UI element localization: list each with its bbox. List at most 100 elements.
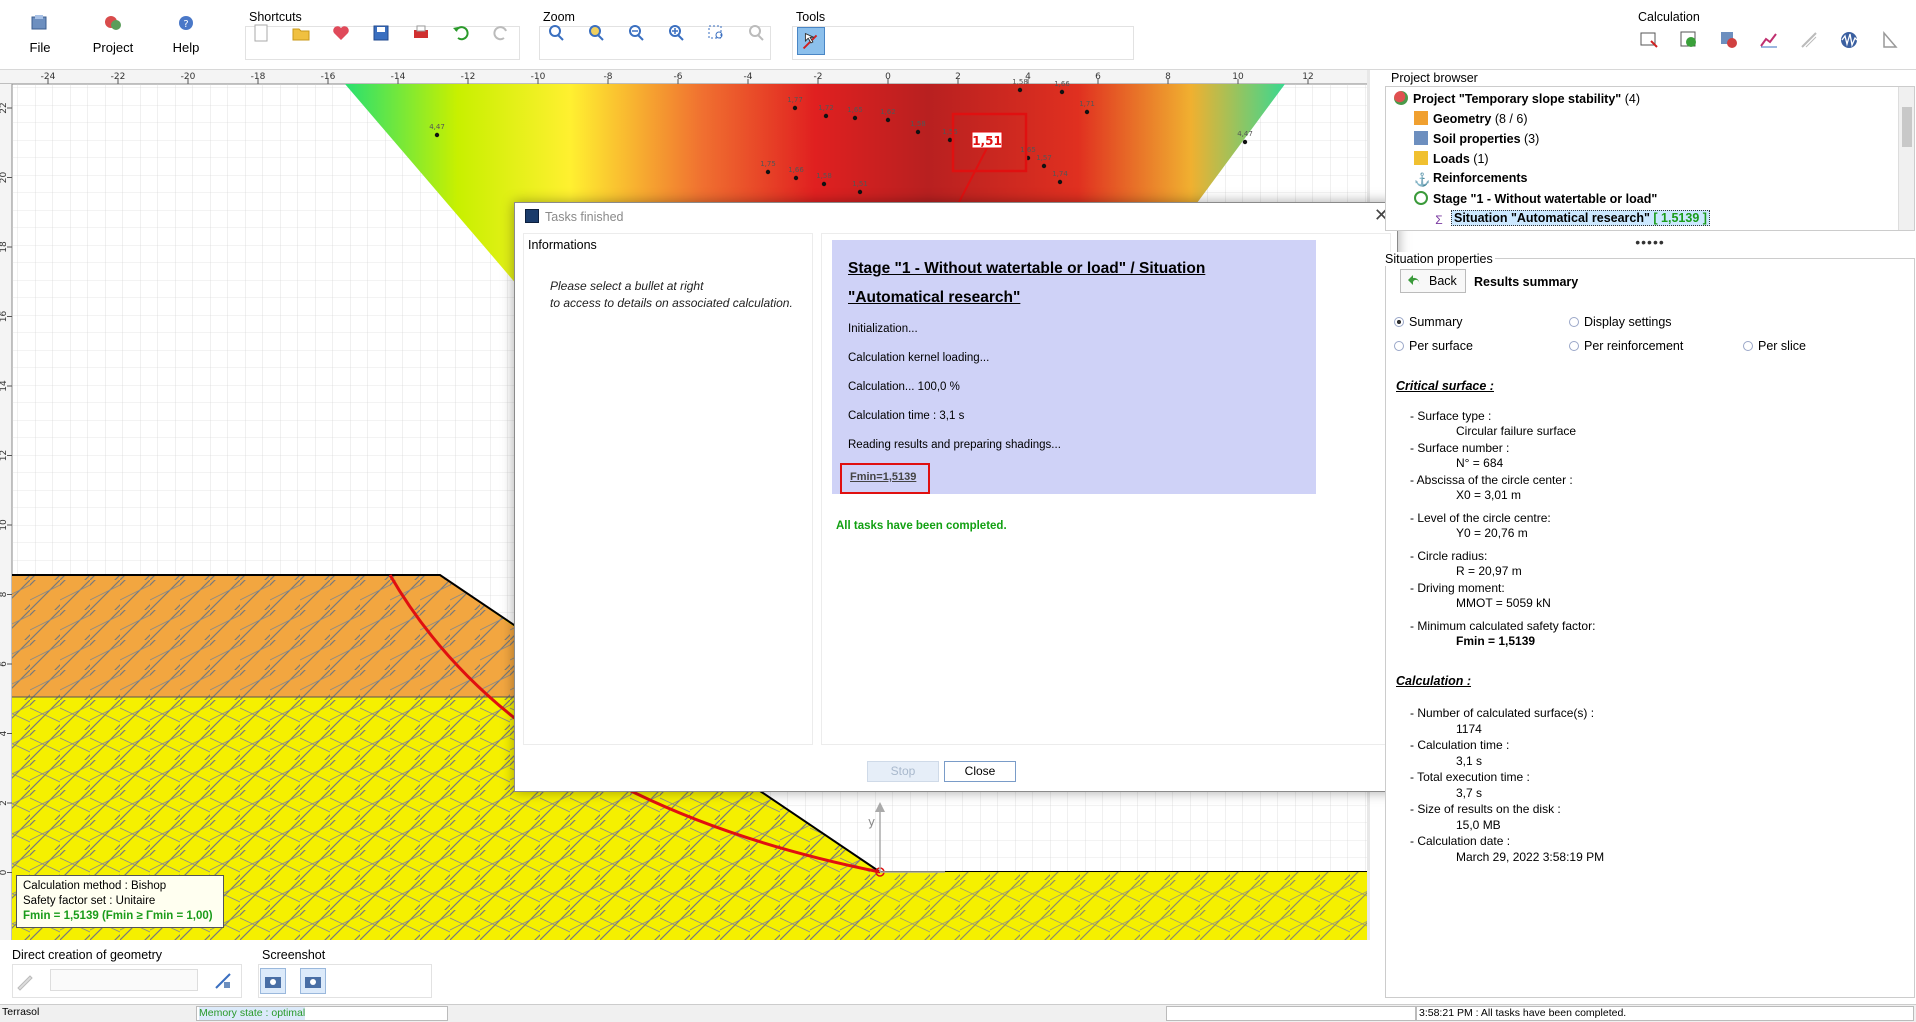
informations-panel: Informations Please select a bullet at r…	[523, 233, 813, 745]
print-icon[interactable]	[410, 22, 432, 44]
status-message: 3:58:21 PM : All tasks have been complet…	[1416, 1006, 1914, 1021]
file-icon	[31, 15, 47, 30]
y-tick-label: 0	[0, 869, 9, 875]
screenshot-save-button[interactable]	[300, 968, 326, 994]
driving-moment-value: MMOT = 5059 kN	[1456, 596, 1551, 610]
tree-loads[interactable]: Loads (1)	[1414, 151, 1489, 166]
favorite-icon[interactable]	[330, 22, 352, 44]
step-calculation: Calculation... 100,0 %	[848, 381, 960, 393]
calculation-group: Calculation	[1634, 10, 1914, 60]
pointer-tool-icon	[802, 32, 818, 50]
stage-task-box[interactable]: Stage "1 - Without watertable or load" /…	[832, 240, 1316, 494]
y-tick-label: 2	[0, 800, 9, 806]
x-tick-label: 12	[1302, 72, 1313, 82]
zoom-window-icon[interactable]	[585, 22, 607, 44]
camera-copy-icon	[265, 977, 281, 988]
tree-reinforcements[interactable]: ⚓ Reinforcements	[1414, 171, 1527, 187]
open-folder-icon[interactable]	[290, 22, 312, 44]
help-button[interactable]: ? Help	[151, 14, 221, 55]
center-point	[852, 115, 858, 121]
file-button[interactable]: File	[5, 14, 75, 55]
slope-tool-icon[interactable]	[1798, 29, 1820, 51]
zoom-selection-icon[interactable]	[705, 22, 727, 44]
center-point	[793, 175, 799, 181]
task-details-panel: Stage "1 - Without watertable or load" /…	[821, 233, 1391, 745]
lock-icon	[1414, 151, 1428, 165]
panel-splitter[interactable]: •••••	[1385, 234, 1915, 250]
zoom-fit-icon[interactable]	[545, 22, 567, 44]
axis-y-label: y	[868, 815, 875, 829]
center-point-label: 1,65	[847, 106, 863, 114]
save-icon[interactable]	[370, 22, 392, 44]
tree-soil-properties[interactable]: Soil properties (3)	[1414, 131, 1539, 146]
radio-per-slice[interactable]: Per slice	[1743, 339, 1806, 353]
results-chart-icon[interactable]	[1758, 29, 1780, 51]
triangle-tool-icon[interactable]	[1878, 29, 1900, 51]
center-point-label: 1,65	[1020, 146, 1036, 154]
y-tick-label: 12	[0, 450, 9, 461]
project-browser-label: Project browser	[1391, 71, 1478, 85]
batch-calculation-icon[interactable]	[1718, 29, 1740, 51]
radio-summary[interactable]: Summary	[1394, 315, 1462, 329]
center-point-label: 1,66	[1054, 80, 1070, 88]
radio-display-settings[interactable]: Display settings	[1569, 315, 1672, 329]
undo-icon[interactable]	[450, 22, 472, 44]
close-button[interactable]: Close	[944, 761, 1016, 782]
num-surfaces-value: 1174	[1456, 722, 1482, 736]
fmin-link[interactable]: Fmin=1,5139	[850, 471, 916, 483]
bottom-toolbar: Direct creation of geometry Screenshot	[0, 940, 1385, 1004]
stop-button[interactable]: Stop	[867, 761, 939, 782]
y-tick-label: 20	[0, 172, 9, 184]
pencil-icon[interactable]	[14, 970, 36, 992]
min-safety-factor-value: Fmin = 1,5139	[1456, 634, 1536, 648]
center-point-label: 1,75	[760, 160, 776, 168]
y-tick-label: 10	[0, 519, 9, 531]
radio-per-surface[interactable]: Per surface	[1394, 339, 1473, 353]
center-point-label: 1,57	[1036, 154, 1052, 162]
run-calculation-icon[interactable]	[1678, 29, 1700, 51]
center-point	[1017, 87, 1023, 93]
geometry-tool-icon[interactable]	[212, 970, 234, 992]
informations-text: Please select a bullet at right to acces…	[550, 279, 793, 310]
tree-situation[interactable]: Σ Situation "Automatical research" [ 1,51…	[1432, 210, 1710, 227]
step-reading-results: Reading results and preparing shadings..…	[848, 439, 1061, 451]
status-bar: Terrasol Memory state : optimal 3:58:21 …	[0, 1004, 1916, 1022]
radio-per-reinforcement[interactable]: Per reinforcement	[1569, 339, 1683, 353]
screenshot-copy-button[interactable]	[260, 968, 286, 994]
situation-properties-panel: Back Results summary Summary Display set…	[1385, 258, 1915, 998]
new-file-icon[interactable]	[250, 22, 272, 44]
redo-icon[interactable]	[490, 22, 512, 44]
exec-time-value: 3,7 s	[1456, 786, 1483, 800]
tools-group: Tools	[792, 10, 1134, 60]
back-button[interactable]: Back	[1400, 269, 1466, 293]
x-tick-label: -20	[181, 72, 196, 82]
center-point-label: 1,66	[788, 166, 804, 174]
safety-set-text: Safety factor set : Unitaire	[23, 895, 156, 907]
calc-method-text: Calculation method : Bishop	[23, 880, 167, 892]
x-tick-label: -10	[531, 72, 546, 82]
tree-geometry[interactable]: Geometry (8 / 6)	[1414, 111, 1528, 126]
status-memory: Memory state : optimal	[196, 1006, 448, 1021]
x-tick-label: -8	[604, 72, 613, 82]
calc-date-value: March 29, 2022 3:58:19 PM	[1456, 850, 1605, 864]
center-point-label: 1,72	[818, 104, 834, 112]
calculation-settings-icon[interactable]	[1638, 29, 1660, 51]
calc-time-value: 3,1 s	[1456, 754, 1483, 768]
project-button[interactable]: Project	[78, 14, 148, 55]
dialog-title: Tasks finished	[525, 209, 624, 224]
seismic-icon[interactable]	[1838, 29, 1860, 51]
geometry-command-input[interactable]	[50, 969, 198, 991]
zoom-out-icon[interactable]	[625, 22, 647, 44]
zoom-in-icon[interactable]	[665, 22, 687, 44]
center-point	[857, 189, 863, 195]
zoom-previous-icon[interactable]	[745, 22, 767, 44]
center-point	[1057, 179, 1063, 185]
project-tree: Project "Temporary slope stability" (4) …	[1385, 86, 1915, 231]
soil-icon	[1414, 131, 1428, 145]
calculation-heading: Calculation :	[1396, 674, 1472, 688]
tree-stage[interactable]: Stage "1 - Without watertable or load"	[1414, 191, 1657, 206]
tree-scrollbar[interactable]	[1898, 87, 1914, 230]
select-tool-button[interactable]	[797, 27, 825, 55]
x-tick-label: 10	[1232, 72, 1244, 82]
tree-project[interactable]: Project "Temporary slope stability" (4)	[1394, 91, 1640, 106]
